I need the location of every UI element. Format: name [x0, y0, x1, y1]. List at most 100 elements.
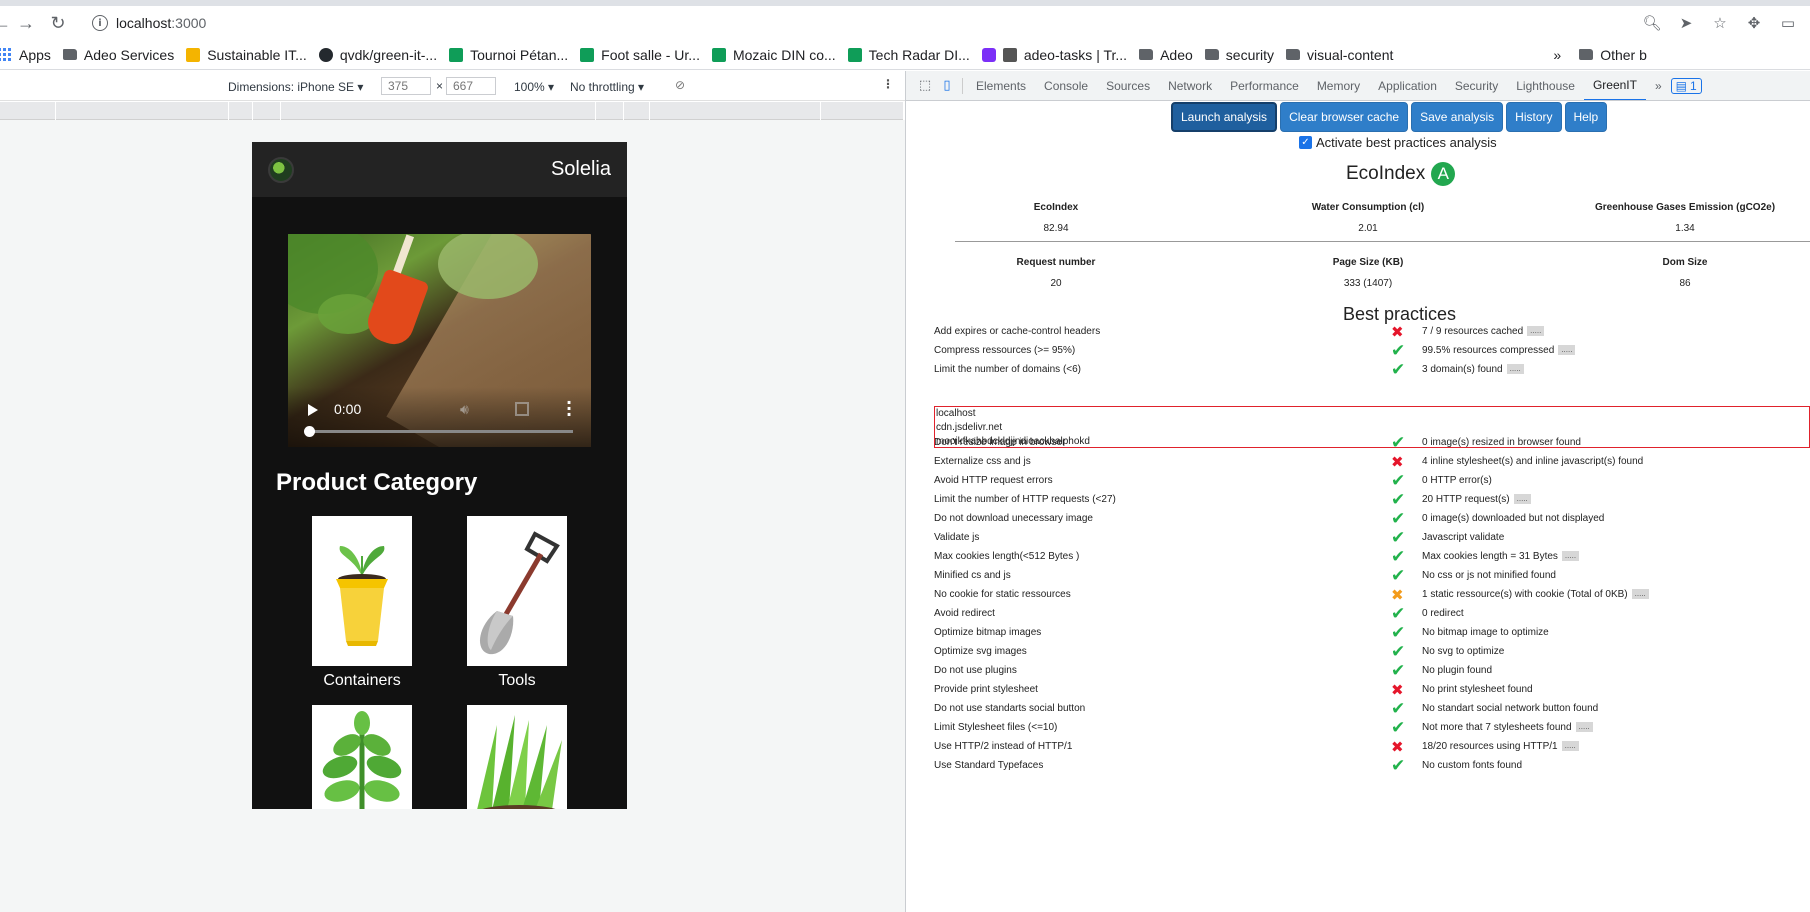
tab-elements[interactable]: Elements — [967, 71, 1035, 100]
details-toggle-button[interactable]: ..... — [1513, 494, 1531, 505]
forward-arrow-icon[interactable]: → — [12, 9, 40, 37]
send-icon[interactable]: ➤ — [1674, 11, 1698, 35]
best-practices-checkbox-row[interactable]: ✓ Activate best practices analysis — [1299, 135, 1497, 150]
tabs-overflow-icon[interactable]: » — [1646, 71, 1671, 100]
bookmark-sustainable-it[interactable]: Sustainable IT... — [186, 47, 307, 63]
details-toggle-button[interactable]: ..... — [1631, 589, 1649, 600]
width-input[interactable]: 375 — [381, 77, 431, 95]
metric-dom-size: Dom Size 86 — [1565, 257, 1805, 289]
tab-greenit[interactable]: GreenIT — [1583, 71, 1646, 100]
github-icon — [318, 47, 333, 62]
metrics-divider — [955, 241, 1810, 242]
throttling-select[interactable]: No throttling ▾ — [570, 80, 644, 94]
best-practice-result-text: 0 image(s) downloaded but not displayed — [1422, 513, 1605, 524]
best-practice-result: 20 HTTP request(s)..... — [1422, 494, 1531, 505]
best-practice-row: Avoid HTTP request errors ✔ 0 HTTP error(s… — [934, 473, 1810, 491]
save-analysis-button[interactable]: Save analysis — [1411, 102, 1504, 132]
history-button[interactable]: History — [1506, 102, 1562, 132]
other-bookmarks[interactable]: Other b — [1579, 47, 1647, 63]
check-icon: ✔ — [1391, 341, 1406, 361]
best-practice-row: Max cookies length(<512 Bytes ) ✔ Max cook… — [934, 549, 1810, 567]
best-practice-result-text: Not more that 7 stylesheets found — [1422, 722, 1572, 733]
extensions-icon[interactable]: ✥ — [1742, 11, 1766, 35]
video-player[interactable]: 0:00 🔊︎ · · · — [288, 234, 591, 447]
bookmarks-overflow[interactable]: » — [1553, 47, 1561, 63]
tab-performance[interactable]: Performance — [1221, 71, 1308, 100]
metric-label: Greenhouse Gases Emission (gCO2e) — [1594, 202, 1776, 213]
device-select[interactable]: Dimensions: iPhone SE ▾ — [228, 80, 363, 94]
launch-analysis-button[interactable]: Launch analysis — [1171, 102, 1278, 132]
site-brand[interactable]: Solelia — [551, 158, 611, 181]
metric-value: 2.01 — [1358, 223, 1378, 234]
bookmark-label: Sustainable IT... — [207, 46, 307, 63]
bookmark-apps[interactable]: Apps — [0, 47, 51, 63]
video-progress-handle[interactable] — [304, 426, 315, 437]
bookmark-tech-radar[interactable]: Tech Radar DI... — [847, 47, 970, 63]
details-toggle-button[interactable]: ..... — [1561, 741, 1579, 752]
category-label-containers[interactable]: Containers — [312, 672, 412, 690]
url-input[interactable]: i localhost:3000 — [78, 9, 1603, 37]
bookmarks-bar: Apps Adeo Services Sustainable IT... qvd… — [0, 40, 1810, 70]
bookmark-label: Tournoi Pétan... — [470, 46, 569, 63]
height-input[interactable]: 667 — [446, 77, 496, 95]
category-label-tools[interactable]: Tools — [467, 672, 567, 690]
tab-security[interactable]: Security — [1446, 71, 1507, 100]
best-practice-result-text: No custom fonts found — [1422, 760, 1523, 771]
device-more-icon[interactable]: ⋮ — [882, 77, 894, 91]
best-practice-name: No cookie for static ressources — [934, 589, 1071, 600]
bookmark-adeo-services[interactable]: Adeo Services — [62, 47, 174, 63]
shovel-icon — [479, 531, 560, 655]
bookmark-green-it[interactable]: qvdk/green-it-... — [318, 47, 437, 63]
zoom-icon[interactable]: 🔍︎ — [1640, 11, 1664, 35]
metric-ghg: Greenhouse Gases Emission (gCO2e) 1.34 — [1565, 202, 1805, 234]
tab-lighthouse[interactable]: Lighthouse — [1507, 71, 1584, 100]
clear-cache-button[interactable]: Clear browser cache — [1280, 102, 1409, 132]
best-practices-checkbox[interactable]: ✓ — [1299, 136, 1312, 149]
bookmark-adeo[interactable]: Adeo — [1139, 47, 1193, 63]
details-toggle-button[interactable]: ..... — [1561, 551, 1580, 562]
star-icon[interactable]: ☆ — [1708, 11, 1732, 35]
fullscreen-icon[interactable] — [515, 402, 529, 416]
site-logo[interactable] — [268, 156, 294, 183]
category-card-containers[interactable] — [312, 516, 412, 666]
tab-application[interactable]: Application — [1369, 71, 1446, 100]
volume-icon[interactable]: 🔊︎ — [460, 402, 469, 418]
best-practice-result-text: Javascript validate — [1422, 532, 1505, 543]
help-button[interactable]: Help — [1564, 102, 1608, 132]
reload-icon[interactable]: ↻ — [44, 9, 72, 37]
bookmark-security[interactable]: security — [1204, 47, 1274, 63]
tab-network[interactable]: Network — [1159, 71, 1221, 100]
details-toggle-button[interactable]: ..... — [1558, 345, 1576, 356]
category-card-grass[interactable] — [467, 705, 567, 809]
issues-badge[interactable]: ▤ 1 — [1670, 77, 1702, 94]
details-toggle-button[interactable]: ..... — [1506, 364, 1524, 375]
best-practice-row: Minified cs and js ✔ No css or js not mini… — [934, 568, 1810, 586]
play-icon[interactable] — [308, 404, 318, 416]
best-practice-result: No standart social network button found — [1422, 703, 1598, 714]
bookmark-visual-content[interactable]: visual-content — [1286, 47, 1393, 63]
sheets-icon — [580, 47, 595, 62]
tab-memory[interactable]: Memory — [1308, 71, 1369, 100]
bookmark-tournoi[interactable]: Tournoi Pétan... — [449, 47, 568, 63]
device-toggle-icon[interactable]: ▯ — [936, 75, 958, 97]
cast-icon[interactable]: ▭ — [1776, 11, 1800, 35]
zoom-select[interactable]: 100% ▾ — [514, 80, 554, 94]
rotate-icon[interactable]: ⊘ — [675, 78, 685, 92]
bookmark-foot-salle[interactable]: Foot salle - Ur... — [580, 47, 700, 63]
best-practice-result-text: No print stylesheet found — [1422, 684, 1533, 695]
details-toggle-button[interactable]: ..... — [1527, 326, 1545, 337]
inspect-element-icon[interactable]: ⬚ — [914, 75, 936, 97]
details-toggle-button[interactable]: ..... — [1575, 722, 1593, 733]
bookmark-mozaic[interactable]: Mozaic DIN co... — [711, 47, 836, 63]
tab-sources[interactable]: Sources — [1097, 71, 1159, 100]
emulated-page: Solelia 0:00 🔊︎ · · · Product Category C… — [252, 142, 627, 809]
category-card-tools[interactable] — [467, 516, 567, 666]
best-practice-result: No custom fonts found — [1422, 760, 1522, 771]
site-info-icon[interactable]: i — [92, 15, 108, 31]
bookmark-adeo-tasks[interactable]: adeo-tasks | Tr... — [981, 47, 1127, 63]
best-practice-name: Compress ressources (>= 95%) — [934, 345, 1076, 356]
category-card-plants[interactable] — [312, 705, 412, 809]
tab-console[interactable]: Console — [1035, 71, 1097, 100]
video-progress-track[interactable] — [308, 430, 573, 433]
video-more-icon[interactable]: · · · — [566, 395, 572, 423]
